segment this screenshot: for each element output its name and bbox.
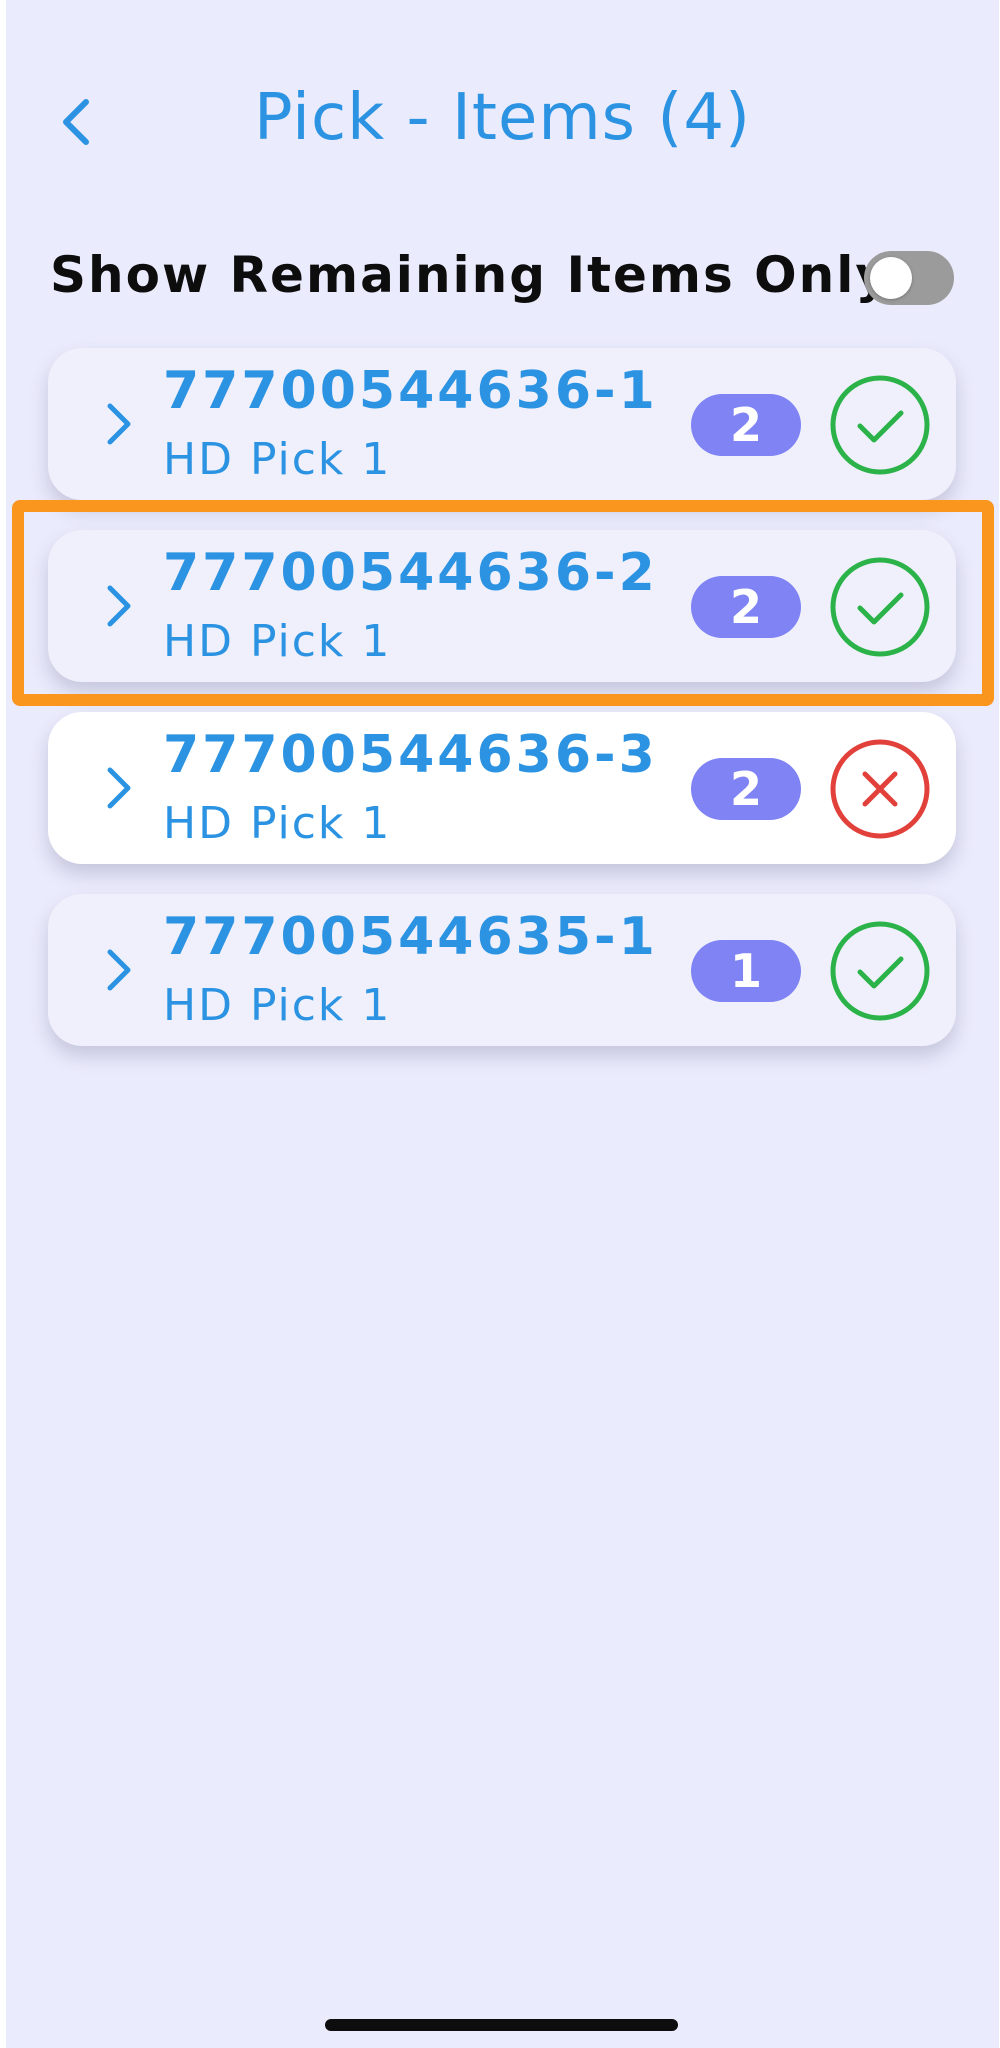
item-subtitle: HD Pick 1 [163,798,392,849]
item-card[interactable]: 77700544636-1 HD Pick 1 2 [48,348,956,500]
item-subtitle: HD Pick 1 [163,616,392,667]
item-subtitle: HD Pick 1 [163,980,392,1031]
page-title: Pick - Items (4) [253,81,752,155]
show-remaining-label: Show Remaining Items Only [50,246,890,304]
chevron-right-icon [88,394,148,454]
show-remaining-toggle[interactable] [864,251,954,305]
check-circle-icon [828,373,932,477]
item-id: 77700544636-1 [163,361,658,421]
item-card[interactable]: 77700544636-2 HD Pick 1 2 [48,530,956,682]
item-card[interactable]: 77700544636-3 HD Pick 1 2 [48,712,956,864]
item-id: 77700544635-1 [163,907,658,967]
item-id: 77700544636-3 [163,725,658,785]
chevron-right-icon [88,758,148,818]
check-circle-icon [828,555,932,659]
toggle-knob [870,257,912,299]
quantity-badge: 2 [691,576,801,638]
x-circle-icon [828,737,932,841]
check-circle-icon [828,919,932,1023]
chevron-right-icon [88,940,148,1000]
quantity-badge: 2 [691,758,801,820]
item-card[interactable]: 77700544635-1 HD Pick 1 1 [48,894,956,1046]
screen: Pick - Items (4) Show Remaining Items On… [6,0,999,2048]
item-id: 77700544636-2 [163,543,658,603]
item-subtitle: HD Pick 1 [163,434,392,485]
quantity-badge: 1 [691,940,801,1002]
chevron-right-icon [88,576,148,636]
home-indicator [325,2019,678,2031]
quantity-badge: 2 [691,394,801,456]
